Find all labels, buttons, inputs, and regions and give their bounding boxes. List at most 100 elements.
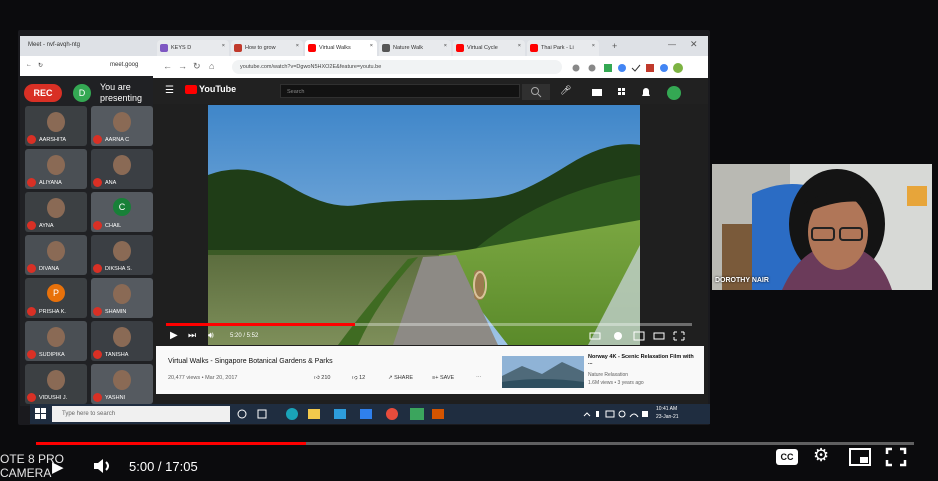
taskbar-search-input[interactable]: Type here to search <box>52 406 230 422</box>
settings-icon[interactable]: ⚙ <box>813 445 829 466</box>
participant-tile[interactable]: DIVANA <box>25 235 87 275</box>
video-frame <box>208 105 640 345</box>
participant-name: PRISHA K. <box>39 309 66 315</box>
up-next-meta: 1.6M views • 3 years ago <box>588 380 644 386</box>
participant-name: CHAIL <box>105 223 122 229</box>
participant-video <box>113 370 131 390</box>
participant-tile[interactable]: SUDIPIKA <box>25 321 87 361</box>
participant-tile[interactable]: VIDUSHI J. <box>25 364 87 404</box>
webcam-frame <box>712 164 932 290</box>
participant-tile[interactable]: DIKSHA S. <box>91 235 153 275</box>
reload-icon[interactable]: ↻ <box>38 62 43 69</box>
minimize-icon[interactable]: — <box>668 40 676 49</box>
like-icon: 👍︎ <box>314 375 320 381</box>
participant-tile[interactable]: ANA <box>91 149 153 189</box>
presenter-avatar: D <box>73 84 91 102</box>
participant-name: SHAMIN <box>105 309 127 315</box>
player-right-icons[interactable] <box>588 330 688 342</box>
participant-tile[interactable]: AARSHITA <box>25 106 87 146</box>
participant-tile[interactable]: AARNA C <box>91 106 153 146</box>
youtube-search-input[interactable]: Search <box>280 84 520 98</box>
camera-watermark: OTE 8 PRO CAMERA <box>0 452 64 480</box>
participant-tile[interactable]: SHAMIN <box>91 278 153 318</box>
participant-video <box>47 155 65 175</box>
video-player[interactable] <box>208 105 640 345</box>
dislike-button[interactable]: 👎︎ 12 <box>352 375 365 381</box>
windows-start-icon[interactable] <box>34 407 48 421</box>
participant-name: AYNA <box>39 223 54 229</box>
participant-tile[interactable]: P PRISHA K. <box>25 278 87 318</box>
participant-name: SUDIPIKA <box>39 352 65 358</box>
participant-tile[interactable]: AYNA <box>25 192 87 232</box>
back-icon[interactable]: ← <box>163 61 172 71</box>
browser-tab-label: How to grow <box>245 45 276 51</box>
tab-close-icon[interactable]: × <box>370 43 373 49</box>
captions-icon[interactable]: CC <box>776 449 798 465</box>
up-next-item[interactable]: Norway 4K - Scenic Relaxation Film with … <box>502 352 702 392</box>
new-tab-icon[interactable]: + <box>612 41 617 51</box>
outer-progress-played <box>36 442 306 445</box>
dislike-count: 12 <box>359 375 366 381</box>
meet-tab-title[interactable]: Meet - nvf-avqh-ntg <box>28 42 80 48</box>
save-button[interactable]: ≡+ SAVE <box>432 375 454 381</box>
browser-tab[interactable]: Thai Park - Li × <box>527 40 599 56</box>
taskbar-app-icons[interactable] <box>234 406 464 422</box>
browser-tab[interactable]: Nature Walk × <box>379 40 451 56</box>
participant-name: DIVANA <box>39 266 60 272</box>
browser-tab[interactable]: Virtual Walks × <box>305 40 377 56</box>
participant-video <box>47 327 65 347</box>
mic-muted-icon <box>27 135 36 144</box>
address-input[interactable]: youtube.com/watch?v=DgwoN5HXO2E&feature=… <box>232 60 562 74</box>
tab-close-icon[interactable]: × <box>296 43 299 49</box>
like-count: 210 <box>321 375 331 381</box>
youtube-header-actions <box>592 86 712 100</box>
tab-close-icon[interactable]: × <box>222 43 225 49</box>
video-time: 5:20 / 5:52 <box>230 333 259 339</box>
tab-close-icon[interactable]: × <box>592 43 595 49</box>
like-button[interactable]: 👍︎ 210 <box>314 375 330 381</box>
volume-icon[interactable]: 🔊︎ <box>208 330 214 341</box>
meet-url[interactable]: meet.goog <box>110 62 138 68</box>
dislike-icon: 👎︎ <box>352 375 358 381</box>
outer-volume-icon[interactable] <box>92 456 114 476</box>
mic-muted-icon <box>93 393 102 402</box>
participant-name: ANA <box>105 180 117 186</box>
mic-muted-icon <box>27 350 36 359</box>
tray-clock: 10:41 AM <box>656 406 678 412</box>
share-button[interactable]: ↗ SHARE <box>388 375 413 381</box>
video-meta: 20,477 views • Mar 20, 2017 <box>168 375 238 381</box>
participant-name: VIDUSHI J. <box>39 395 68 401</box>
more-icon[interactable]: ⋯ <box>476 375 482 381</box>
menu-icon[interactable]: ☰ <box>165 85 174 96</box>
fullscreen-icon[interactable] <box>884 446 908 468</box>
participant-video <box>47 198 65 218</box>
participant-tile[interactable]: ALIYANA <box>25 149 87 189</box>
extension-icons[interactable] <box>570 61 690 73</box>
next-icon[interactable]: ⏭ <box>188 330 196 341</box>
tab-close-icon[interactable]: × <box>444 43 447 49</box>
youtube-logo[interactable]: YouTube <box>185 84 236 95</box>
mic-icon[interactable]: 🎤︎ <box>560 85 571 96</box>
home-icon[interactable]: ⌂ <box>209 61 214 71</box>
search-button[interactable] <box>522 84 550 100</box>
participant-tile[interactable]: YASHNI <box>91 364 153 404</box>
back-icon[interactable]: ← <box>26 62 32 68</box>
browser-tab[interactable]: Virtual Cycle × <box>453 40 525 56</box>
system-tray[interactable]: 10:41 AM 23-Jan-21 <box>582 406 702 422</box>
close-window-icon[interactable]: ✕ <box>690 39 698 50</box>
tray-icons <box>583 410 648 418</box>
play-icon[interactable]: ▶ <box>170 330 178 341</box>
reload-icon[interactable]: ↻ <box>193 61 201 72</box>
browser-tab[interactable]: KEYS D × <box>157 40 229 56</box>
meet-tab-strip: Meet - nvf-avqh-ntg <box>20 36 153 56</box>
forward-icon[interactable]: → <box>178 61 187 71</box>
video-controls: ▶ ⏭ 🔊︎ 5:20 / 5:52 <box>168 326 690 346</box>
miniplayer-icon[interactable] <box>848 447 872 467</box>
browser-tab[interactable]: How to grow × <box>231 40 303 56</box>
participant-tile[interactable]: TANISHA <box>91 321 153 361</box>
participant-video <box>113 155 131 175</box>
participant-tile[interactable]: C CHAIL <box>91 192 153 232</box>
tab-close-icon[interactable]: × <box>518 43 521 49</box>
mic-muted-icon <box>93 264 102 273</box>
meet-address-bar[interactable]: ← ↻ meet.goog <box>20 56 153 76</box>
